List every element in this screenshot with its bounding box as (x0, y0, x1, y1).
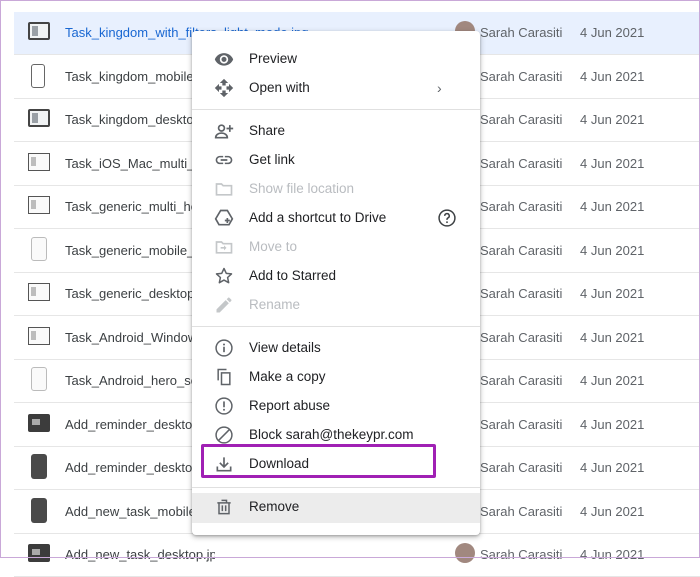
copy-icon (214, 367, 234, 387)
report-icon (214, 396, 234, 416)
menu-label: Get link (249, 152, 295, 167)
menu-item-open-with[interactable]: Open with › (192, 74, 480, 103)
file-date: 4 Jun 2021 (580, 112, 645, 127)
file-name: Add_new_task_desktop.jpg (65, 547, 215, 562)
menu-label: Block sarah@thekeypr.com (249, 427, 414, 442)
image-file-icon (31, 367, 47, 391)
menu-item-view-details[interactable]: View details (192, 334, 480, 363)
file-date: 4 Jun 2021 (580, 547, 645, 562)
menu-label: Open with (249, 80, 310, 95)
file-row[interactable]: Add_new_task_desktop.jpg Sarah Carasiti 4 … (14, 534, 700, 577)
image-file-icon (28, 283, 50, 301)
move-arrows-icon (214, 78, 234, 98)
file-date: 4 Jun 2021 (580, 416, 645, 432)
menu-label: Add to Starred (249, 268, 337, 283)
image-file-icon (31, 63, 45, 88)
menu-item-move-to: Move to (192, 233, 480, 262)
menu-label: Report abuse (249, 398, 331, 413)
avatar (455, 543, 475, 563)
menu-item-rename: Rename (192, 291, 480, 320)
menu-item-preview[interactable]: Preview (192, 45, 480, 74)
file-owner: Sarah Carasiti (480, 460, 563, 475)
file-date: 4 Jun 2021 (580, 373, 645, 388)
folder-icon (214, 179, 234, 199)
file-date: 4 Jun 2021 (580, 155, 645, 171)
eye-icon (214, 49, 234, 69)
file-owner: Sarah Carasiti (480, 286, 563, 301)
chevron-right-icon: › (437, 80, 442, 96)
pencil-icon (214, 295, 234, 315)
menu-item-add-shortcut[interactable]: Add a shortcut to Drive (192, 204, 480, 233)
image-file-icon (31, 236, 47, 261)
info-icon (214, 338, 234, 358)
add-person-icon (214, 121, 234, 141)
image-file-icon (28, 109, 50, 127)
image-file-icon (31, 497, 47, 523)
menu-label: Preview (249, 51, 298, 66)
block-icon (214, 425, 234, 445)
menu-item-make-copy[interactable]: Make a copy (192, 363, 480, 392)
menu-item-get-link[interactable]: Get link (192, 146, 480, 175)
menu-label: Remove (249, 499, 300, 514)
file-date: 4 Jun 2021 (580, 242, 645, 258)
move-folder-icon (214, 237, 234, 257)
menu-item-add-starred[interactable]: Add to Starred (192, 262, 480, 291)
file-owner: Sarah Carasiti (480, 547, 563, 562)
file-date: 4 Jun 2021 (580, 503, 645, 519)
file-owner: Sarah Carasiti (480, 112, 563, 127)
link-icon (214, 150, 234, 170)
file-date: 4 Jun 2021 (580, 68, 645, 84)
file-date: 4 Jun 2021 (580, 25, 645, 40)
menu-label: Share (249, 123, 286, 138)
file-owner: Sarah Carasiti (480, 68, 563, 84)
menu-divider (192, 109, 480, 110)
file-owner: Sarah Carasiti (480, 242, 563, 258)
drive-shortcut-icon (214, 208, 234, 228)
file-owner: Sarah Carasiti (480, 503, 563, 519)
help-icon[interactable] (437, 208, 457, 228)
menu-label: Move to (249, 239, 298, 254)
menu-label: Add a shortcut to Drive (249, 210, 387, 225)
file-date: 4 Jun 2021 (580, 286, 645, 301)
download-highlight (201, 444, 436, 478)
file-owner: Sarah Carasiti (480, 155, 563, 171)
menu-label: Show file location (249, 181, 355, 196)
image-file-icon (28, 326, 50, 345)
image-file-icon (28, 22, 50, 40)
star-icon (214, 266, 234, 286)
file-date: 4 Jun 2021 (580, 460, 645, 475)
menu-label: Make a copy (249, 369, 326, 384)
menu-label: View details (249, 340, 321, 355)
file-date: 4 Jun 2021 (580, 199, 645, 214)
image-file-icon (31, 454, 47, 479)
menu-divider (192, 487, 480, 488)
trash-icon (214, 497, 234, 517)
file-owner: Sarah Carasiti (480, 25, 563, 40)
menu-item-remove[interactable]: Remove (192, 493, 480, 523)
image-file-icon (28, 413, 50, 432)
image-file-icon (28, 152, 50, 171)
file-owner: Sarah Carasiti (480, 199, 563, 214)
menu-item-show-file-location: Show file location (192, 175, 480, 204)
file-date: 4 Jun 2021 (580, 329, 645, 345)
image-file-icon (28, 544, 50, 562)
file-owner: Sarah Carasiti (480, 373, 563, 388)
file-owner: Sarah Carasiti (480, 416, 563, 432)
menu-item-share[interactable]: Share (192, 117, 480, 146)
menu-item-report-abuse[interactable]: Report abuse (192, 392, 480, 421)
menu-label: Rename (249, 297, 301, 312)
menu-divider (192, 326, 480, 327)
file-owner: Sarah Carasiti (480, 329, 563, 345)
image-file-icon (28, 196, 50, 214)
